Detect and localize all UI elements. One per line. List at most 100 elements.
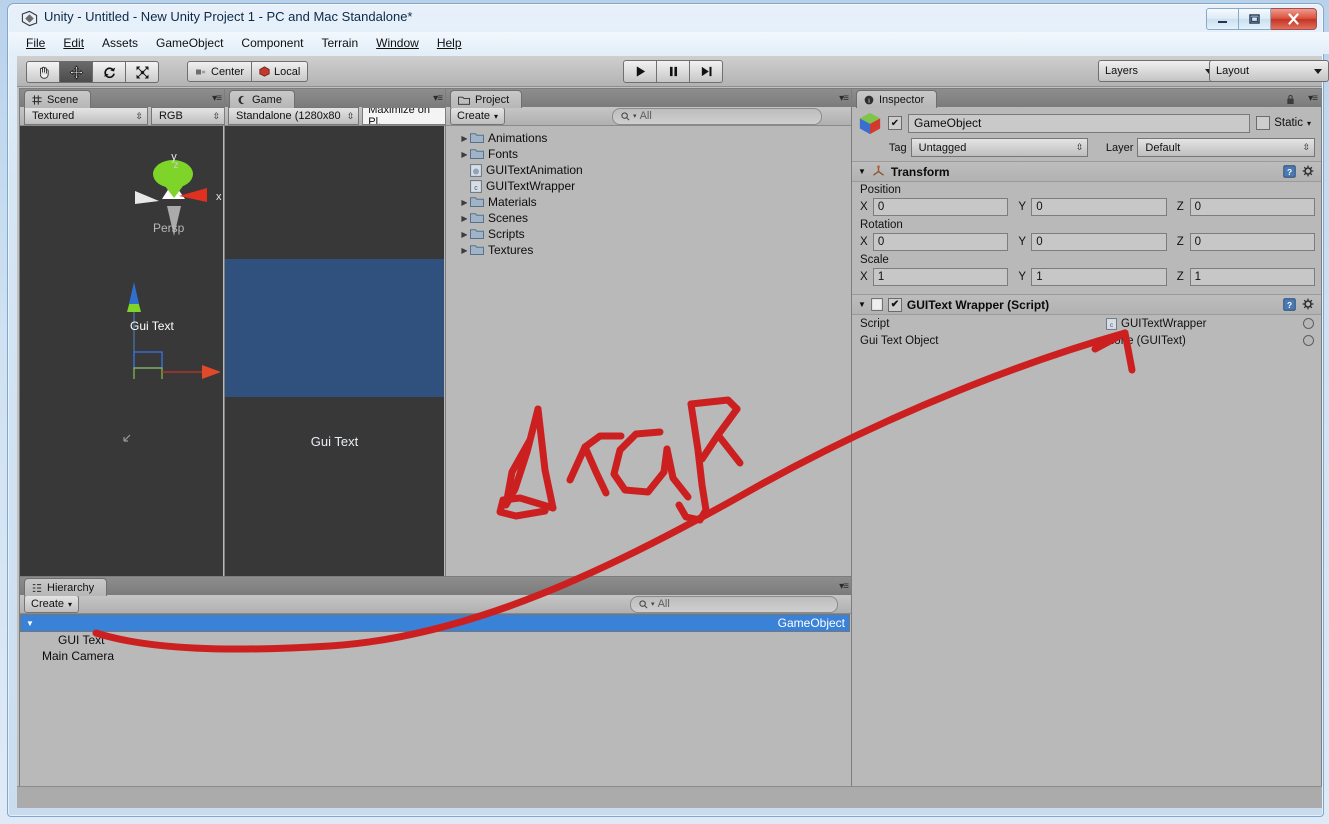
expand-arrow-icon[interactable]: ▶ [459, 134, 470, 143]
hierarchy-tree[interactable]: ▼ GameObject GUI Text Main Camera [20, 614, 850, 786]
layers-dropdown[interactable]: Layers [1098, 60, 1220, 82]
hierarchy-search-input[interactable]: ▾ All [630, 595, 839, 613]
layout-dropdown[interactable]: Layout [1209, 60, 1329, 82]
project-search-input[interactable]: ▾ All [612, 107, 823, 125]
collapse-arrow-icon[interactable]: ▼ [858, 300, 866, 309]
rotation-x-field[interactable]: 0 [872, 233, 1009, 251]
close-button[interactable] [1271, 8, 1317, 30]
hierarchy-item-gui-text[interactable]: GUI Text [20, 632, 850, 648]
scene-viewport[interactable]: y z x Persp Gui Text [20, 126, 223, 577]
expand-arrow-icon[interactable]: ▶ [459, 198, 470, 207]
menu-file[interactable]: File [17, 34, 54, 52]
chevron-down-icon[interactable]: ▾ [1307, 119, 1311, 128]
project-item-textures[interactable]: ▶ Textures [446, 242, 850, 258]
maximize-on-play-toggle[interactable]: Maximize on Pl. [362, 107, 446, 125]
scale-x-field[interactable]: 1 [872, 268, 1009, 286]
project-item-scripts[interactable]: ▶ Scripts [446, 226, 850, 242]
folder-icon [470, 245, 484, 255]
inspector-panel-menu-icon[interactable]: ▾≡ [1308, 93, 1318, 104]
tab-scene[interactable]: Scene [24, 90, 92, 108]
pause-button[interactable] [657, 60, 690, 83]
menu-assets[interactable]: Assets [93, 34, 147, 52]
project-item-materials[interactable]: ▶ Materials [446, 194, 850, 210]
expand-arrow-icon[interactable]: ▶ [459, 230, 470, 239]
menu-edit[interactable]: Edit [54, 34, 93, 52]
position-x-field[interactable]: 0 [872, 198, 1009, 216]
hierarchy-panel-menu-icon[interactable]: ▾≡ [839, 581, 849, 592]
chevron-down-icon: ▾ [651, 601, 655, 608]
menu-terrain[interactable]: Terrain [312, 34, 367, 52]
project-item-guitextwrapper[interactable]: c GUITextWrapper [446, 178, 850, 194]
expand-arrow-icon[interactable]: ▼ [26, 619, 37, 628]
folder-icon [470, 229, 484, 239]
scene-panel-menu-icon[interactable]: ▾≡ [212, 93, 222, 104]
game-panel-menu-icon[interactable]: ▾≡ [433, 93, 443, 104]
handle-mode-button[interactable]: Local [252, 61, 309, 82]
expand-arrow-icon[interactable]: ▶ [459, 150, 470, 159]
transform-component-header[interactable]: ▼ Transform ? [852, 161, 1321, 182]
object-name-field[interactable]: GameObject [908, 113, 1251, 133]
object-picker-icon[interactable] [1303, 318, 1314, 329]
static-checkbox[interactable] [1256, 116, 1271, 130]
hand-tool-button[interactable] [26, 61, 60, 83]
project-item-fonts[interactable]: ▶ Fonts [446, 146, 850, 162]
inspector-lock-icon[interactable] [1286, 92, 1295, 110]
maximize-button[interactable] [1239, 8, 1271, 30]
script-component-header[interactable]: ▼ ✔ GUIText Wrapper (Script) ? [852, 294, 1321, 315]
svg-text:?: ? [1287, 300, 1292, 310]
project-create-button[interactable]: Create ▾ [450, 107, 506, 125]
hierarchy-search-placeholder: All [657, 598, 670, 610]
rotate-tool-button[interactable] [93, 61, 126, 83]
tag-dropdown[interactable]: Untagged ⇳ [910, 138, 1089, 157]
static-toggle[interactable]: Static ▾ [1256, 116, 1311, 130]
position-y-field[interactable]: 0 [1031, 198, 1167, 216]
aspect-dropdown[interactable]: Standalone (1280x80 ⇳ [228, 107, 360, 125]
game-viewport[interactable]: Gui Text [225, 126, 444, 577]
help-book-icon[interactable]: ? [1283, 165, 1296, 178]
draw-mode-dropdown[interactable]: Textured ⇳ [24, 107, 148, 125]
object-picker-icon[interactable] [1303, 335, 1314, 346]
move-tool-button[interactable] [60, 61, 93, 83]
menu-window[interactable]: Window [367, 34, 428, 52]
minimize-button[interactable] [1206, 8, 1239, 30]
rotation-z-field[interactable]: 0 [1189, 233, 1316, 251]
collapse-arrow-icon[interactable]: ▼ [858, 167, 866, 176]
updown-icon: ⇳ [135, 110, 143, 121]
tab-project[interactable]: Project [450, 90, 523, 108]
menu-help[interactable]: Help [428, 34, 471, 52]
gear-icon[interactable] [1302, 165, 1315, 178]
menu-gameobject[interactable]: GameObject [147, 34, 232, 52]
hierarchy-create-button[interactable]: Create ▾ [24, 595, 80, 613]
expand-arrow-icon[interactable]: ▶ [459, 246, 470, 255]
position-z-field[interactable]: 0 [1189, 198, 1316, 216]
menu-component[interactable]: Component [232, 34, 312, 52]
scale-z-field[interactable]: 1 [1189, 268, 1316, 286]
project-item-guitextanimation[interactable]: GUITextAnimation [446, 162, 850, 178]
hierarchy-item-main-camera[interactable]: Main Camera [20, 648, 850, 664]
tab-game[interactable]: Game [229, 90, 295, 108]
hierarchy-item-label: GameObject [777, 616, 845, 630]
pivot-mode-button[interactable]: Center [187, 61, 253, 82]
scale-y-field[interactable]: 1 [1031, 268, 1167, 286]
project-item-scenes[interactable]: ▶ Scenes [446, 210, 850, 226]
script-property-value-container[interactable]: c GUITextWrapper [1106, 318, 1206, 330]
project-panel-menu-icon[interactable]: ▾≡ [839, 93, 849, 104]
hierarchy-item-gameobject[interactable]: ▼ GameObject [20, 614, 850, 632]
tab-inspector[interactable]: i Inspector [856, 90, 938, 108]
gui-text-object-value[interactable]: None (GUIText) [1106, 335, 1186, 347]
gear-icon[interactable] [1302, 298, 1315, 311]
expand-arrow-icon[interactable]: ▶ [459, 214, 470, 223]
step-button[interactable] [690, 60, 723, 83]
play-button[interactable] [623, 60, 657, 83]
project-item-animations[interactable]: ▶ Animations [446, 130, 850, 146]
color-mode-dropdown[interactable]: RGB ⇳ [150, 107, 225, 125]
scene-camera-mode-label[interactable]: Persp [153, 221, 184, 235]
tab-hierarchy[interactable]: Hierarchy [24, 578, 108, 596]
layer-dropdown[interactable]: Default ⇳ [1137, 138, 1316, 157]
object-enabled-checkbox[interactable]: ✔ [888, 116, 902, 130]
help-book-icon[interactable]: ? [1283, 298, 1296, 311]
script-enabled-checkbox[interactable]: ✔ [887, 297, 902, 312]
project-asset-list[interactable]: ▶ Animations ▶ Fonts GUITextAnimation c … [446, 126, 850, 581]
scale-tool-button[interactable] [126, 61, 159, 83]
rotation-y-field[interactable]: 0 [1031, 233, 1167, 251]
